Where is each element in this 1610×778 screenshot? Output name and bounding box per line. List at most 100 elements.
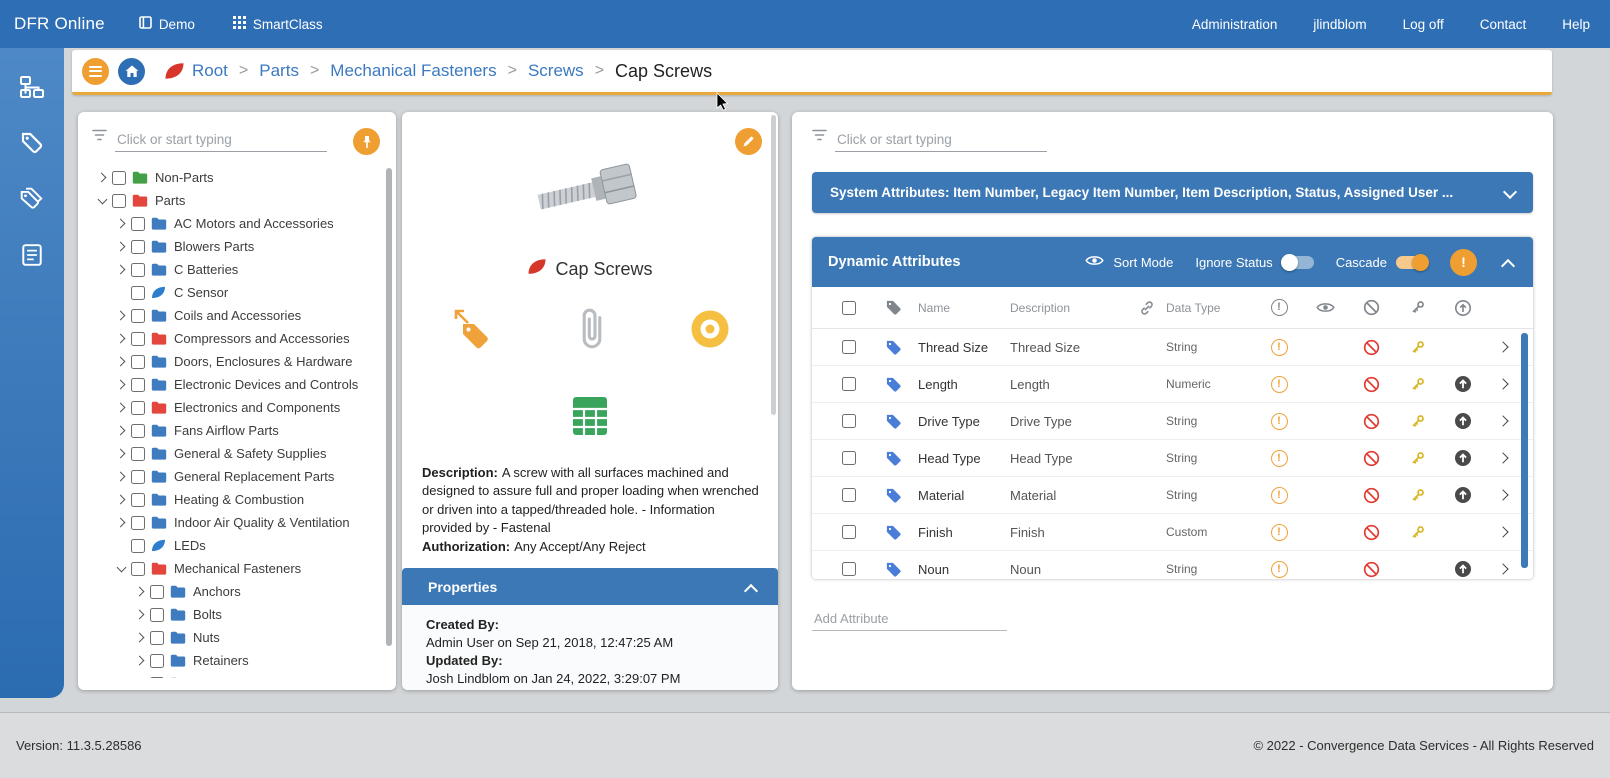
nav-log-off[interactable]: Log off (1403, 17, 1444, 32)
spreadsheet-icon[interactable] (568, 395, 612, 442)
row-checkbox[interactable] (842, 451, 856, 465)
chevron-right-icon[interactable] (113, 492, 129, 508)
tag-icon[interactable] (14, 126, 50, 160)
attribute-row[interactable]: Finish Finish Custom! (812, 514, 1533, 551)
attribute-search-input[interactable] (835, 128, 1047, 152)
chevron-right-icon[interactable] (113, 469, 129, 485)
tree-checkbox[interactable] (131, 239, 145, 254)
tree-item[interactable]: Electronic Devices and Controls (92, 373, 384, 396)
tree-checkbox[interactable] (131, 354, 145, 369)
tree-item[interactable]: AC Motors and Accessories (92, 212, 384, 235)
row-checkbox[interactable] (842, 525, 856, 539)
tree-checkbox[interactable] (131, 538, 145, 553)
disc-icon[interactable] (689, 308, 731, 350)
nav-administration[interactable]: Administration (1192, 17, 1278, 32)
tree-checkbox[interactable] (150, 584, 164, 599)
tree-item-label[interactable]: AC Motors and Accessories (174, 216, 334, 231)
breadcrumb-screws[interactable]: Screws (528, 61, 584, 81)
tree-checkbox[interactable] (131, 285, 145, 300)
sort-mode-button[interactable]: Sort Mode (1085, 254, 1173, 270)
chevron-right-icon[interactable] (132, 630, 148, 646)
tree-checkbox[interactable] (131, 400, 145, 415)
tree-item[interactable]: Compressors and Accessories (92, 327, 384, 350)
chevron-right-icon[interactable] (113, 331, 129, 347)
tree-item-label[interactable]: Bolts (193, 607, 222, 622)
row-checkbox[interactable] (842, 562, 856, 576)
tree-checkbox[interactable] (131, 469, 145, 484)
tree-item[interactable]: Screws (92, 672, 384, 678)
tree-item[interactable]: Non-Parts (92, 166, 384, 189)
tree-checkbox[interactable] (112, 193, 126, 208)
col-data-type[interactable]: Data Type (1162, 301, 1256, 315)
attachment-icon[interactable] (575, 306, 609, 352)
properties-collapse-icon[interactable] (742, 578, 760, 596)
edit-button[interactable] (735, 128, 762, 155)
system-attributes-bar[interactable]: System Attributes: Item Number, Legacy I… (812, 172, 1533, 213)
chevron-right-icon[interactable] (113, 515, 129, 531)
chevron-right-icon[interactable] (113, 354, 129, 370)
tree-checkbox[interactable] (131, 308, 145, 323)
row-checkbox[interactable] (842, 340, 856, 354)
tree-item-label[interactable]: Anchors (193, 584, 241, 599)
tree-item-label[interactable]: Blowers Parts (174, 239, 254, 254)
row-expand-chevron[interactable] (1486, 376, 1523, 392)
hierarchy-icon[interactable] (14, 70, 50, 104)
tree-item-label[interactable]: Electronics and Components (174, 400, 340, 415)
expand-chevron-down-icon[interactable] (1501, 183, 1519, 201)
chevron-right-icon[interactable] (113, 262, 129, 278)
tree-item-label[interactable]: Retainers (193, 653, 249, 668)
tree-checkbox[interactable] (131, 377, 145, 392)
tree-item-label[interactable]: C Sensor (174, 285, 228, 300)
nav-contact[interactable]: Contact (1480, 17, 1527, 32)
tree-scrollbar[interactable] (386, 168, 392, 646)
tree-item-label[interactable]: Screws (193, 676, 236, 678)
col-description[interactable]: Description (1006, 301, 1132, 315)
tree-item-label[interactable]: Coils and Accessories (174, 308, 301, 323)
tree-checkbox[interactable] (131, 216, 145, 231)
row-expand-chevron[interactable] (1486, 524, 1523, 540)
tree-item-label[interactable]: Parts (155, 193, 185, 208)
chevron-right-icon[interactable] (113, 239, 129, 255)
tree-item[interactable]: Heating & Combustion (92, 488, 384, 511)
chevron-right-icon[interactable] (132, 676, 148, 679)
row-expand-chevron[interactable] (1486, 339, 1523, 355)
chevron-right-icon[interactable] (113, 308, 129, 324)
nav-user[interactable]: jlindblom (1313, 17, 1366, 32)
chevron-right-icon[interactable] (113, 423, 129, 439)
attribute-row[interactable]: Noun Noun String! (812, 551, 1533, 579)
tree-checkbox[interactable] (131, 492, 145, 507)
menu-button[interactable] (82, 57, 109, 85)
tree-item-label[interactable]: Doors, Enclosures & Hardware (174, 354, 352, 369)
tree-item[interactable]: Blowers Parts (92, 235, 384, 258)
tree-item-label[interactable]: General & Safety Supplies (174, 446, 326, 461)
app-brand[interactable]: DFR Online (0, 14, 139, 34)
tree-item[interactable]: Anchors (92, 580, 384, 603)
tree-item-label[interactable]: Mechanical Fasteners (174, 561, 301, 576)
tree-item[interactable]: Retainers (92, 649, 384, 672)
row-checkbox[interactable] (842, 488, 856, 502)
tree-checkbox[interactable] (131, 561, 145, 576)
tree-checkbox[interactable] (131, 515, 145, 530)
chevron-right-icon[interactable] (113, 216, 129, 232)
col-name[interactable]: Name (914, 301, 1006, 315)
tree-checkbox[interactable] (112, 170, 126, 185)
tree-item-label[interactable]: Non-Parts (155, 170, 214, 185)
tree-item[interactable]: Indoor Air Quality & Ventilation (92, 511, 384, 534)
attribute-row[interactable]: Thread Size Thread Size String! (812, 329, 1533, 366)
tags-icon[interactable] (14, 182, 50, 216)
breadcrumb-mechanical-fasteners[interactable]: Mechanical Fasteners (330, 61, 496, 81)
tree-item[interactable]: Fans Airflow Parts (92, 419, 384, 442)
chevron-right-icon[interactable] (94, 170, 110, 186)
tree-item[interactable]: Nuts (92, 626, 384, 649)
tree-checkbox[interactable] (150, 630, 164, 645)
tree-item-label[interactable]: C Batteries (174, 262, 238, 277)
nav-demo[interactable]: Demo (139, 16, 195, 32)
row-checkbox[interactable] (842, 414, 856, 428)
attribute-row[interactable]: Head Type Head Type String! (812, 440, 1533, 477)
tree-item[interactable]: C Sensor (92, 281, 384, 304)
tree-checkbox[interactable] (150, 653, 164, 668)
tree-item[interactable]: C Batteries (92, 258, 384, 281)
home-button[interactable] (118, 57, 145, 85)
tree-item[interactable]: Mechanical Fasteners (92, 557, 384, 580)
chevron-right-icon[interactable] (113, 377, 129, 393)
